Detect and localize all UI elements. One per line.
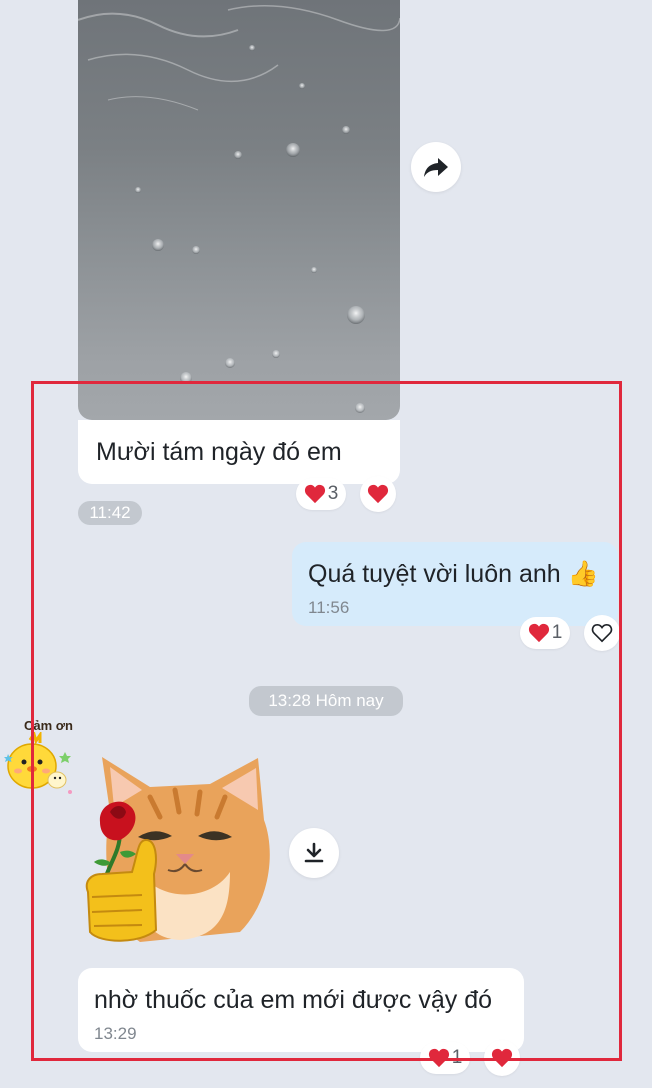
water-photo	[78, 5, 400, 413]
highlight-box	[31, 381, 622, 1061]
photo-message-image[interactable]	[78, 0, 400, 420]
forward-button[interactable]	[411, 142, 461, 192]
forward-arrow-icon	[424, 158, 448, 177]
